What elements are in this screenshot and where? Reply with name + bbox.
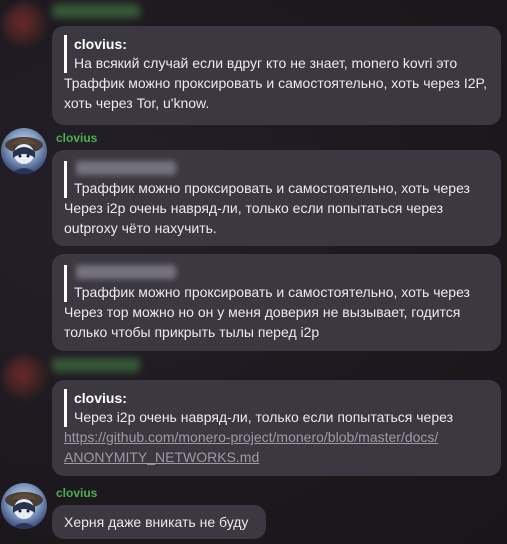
message-bubble[interactable]: Херня даже вникать не буду — [52, 505, 266, 539]
reply-quote[interactable]: clovius: На всякий случай если вдруг кто… — [64, 35, 489, 73]
quote-text: Через i2p очень навряд-ли, только если п… — [74, 409, 454, 425]
message-bubble[interactable]: Траффик можно проксировать и самостоятел… — [52, 150, 501, 246]
message-bubble[interactable]: clovius: На всякий случай если вдруг кто… — [52, 26, 501, 125]
sender-name-redacted — [52, 4, 140, 18]
quote-text: Траффик можно проксировать и самостоятел… — [74, 284, 470, 300]
quote-text: Траффик можно проксировать и самостоятел… — [74, 180, 470, 196]
quote-author: clovius: — [74, 390, 127, 406]
avatar[interactable] — [1, 483, 47, 529]
sender-name-redacted — [52, 358, 140, 372]
message-text: Через i2p очень навряд-ли, только если п… — [64, 200, 444, 236]
sender-name[interactable]: clovius — [56, 131, 97, 145]
github-link-continued[interactable]: ANONYMITY_NETWORKS.md — [64, 447, 489, 467]
reply-quote[interactable]: Траффик можно проксировать и самостоятел… — [64, 265, 489, 302]
quote-author-redacted — [76, 265, 176, 279]
message-text: Через тор можно но он у меня доверия не … — [64, 304, 461, 340]
message-text: Херня даже вникать не буду — [64, 514, 249, 530]
avatar-illustration — [5, 492, 43, 529]
reply-quote[interactable]: Траффик можно проксировать и самостоятел… — [64, 161, 489, 198]
quote-author-redacted — [76, 161, 176, 175]
avatar[interactable] — [2, 2, 48, 48]
avatar[interactable] — [1, 128, 47, 174]
chat-view: clovius: На всякий случай если вдруг кто… — [0, 0, 507, 544]
quote-text: На всякий случай если вдруг кто не знает… — [74, 55, 458, 71]
avatar[interactable] — [2, 354, 48, 400]
sender-name[interactable]: clovius — [56, 486, 97, 500]
message-bubble[interactable]: Траффик можно проксировать и самостоятел… — [52, 254, 501, 351]
message-bubble[interactable]: clovius: Через i2p очень навряд-ли, толь… — [52, 380, 501, 476]
message-text: Траффик можно проксировать и самостоятел… — [64, 75, 487, 111]
quote-author: clovius: — [74, 36, 127, 52]
github-link[interactable]: https://github.com/monero-project/monero… — [64, 427, 489, 447]
avatar-illustration — [5, 137, 43, 174]
reply-quote[interactable]: clovius: Через i2p очень навряд-ли, толь… — [64, 389, 489, 427]
